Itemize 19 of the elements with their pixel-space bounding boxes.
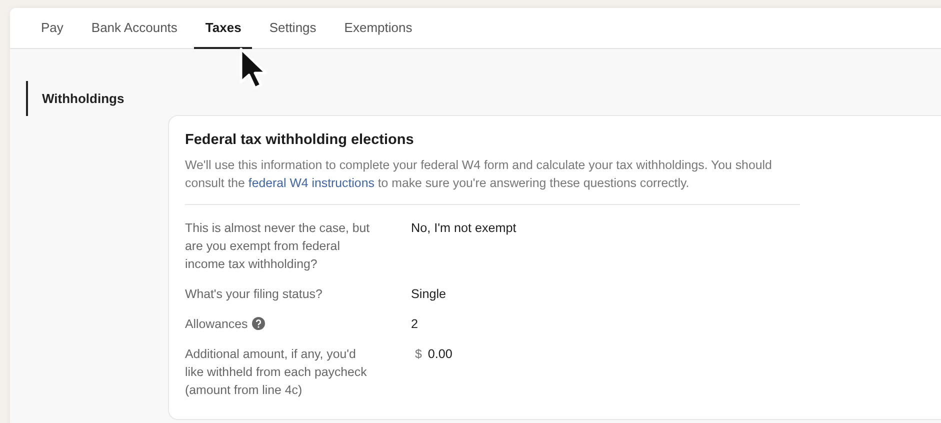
instructions-link[interactable]: federal W4 instructions: [248, 176, 374, 190]
field-label: Allowances: [185, 316, 248, 333]
field-value: 2: [411, 317, 418, 331]
field-value: Single: [411, 287, 446, 301]
field-value: No, I'm not exempt: [411, 221, 516, 235]
card-title: Federal tax withholding elections: [185, 132, 415, 148]
tab[interactable]: Pay: [30, 8, 74, 49]
field-label: What's your filing status?: [185, 286, 324, 303]
field-value: 0.00: [428, 347, 452, 361]
currency-symbol: $: [415, 347, 422, 361]
field-label: Additional amount, if any, you'd like withheld from each paycheck (amount from line 4c): [185, 346, 368, 399]
tab[interactable]: Exemptions: [333, 8, 424, 49]
tab[interactable]: Bank Accounts: [80, 8, 188, 49]
sidebar-item[interactable]: Withholdings: [26, 81, 168, 116]
help-icon[interactable]: [252, 317, 265, 330]
field-label: This is almost never the case, but are you exempt from federal income tax withholding?: [185, 220, 371, 273]
tab[interactable]: Settings: [258, 8, 328, 49]
card-description: We'll use this information to complete your federal W4 form and calculate your tax withholdings. You should consult the federal W4 instructions to make sure you're answering these questions correctly.: [185, 156, 800, 205]
tab[interactable]: Taxes: [194, 8, 252, 49]
